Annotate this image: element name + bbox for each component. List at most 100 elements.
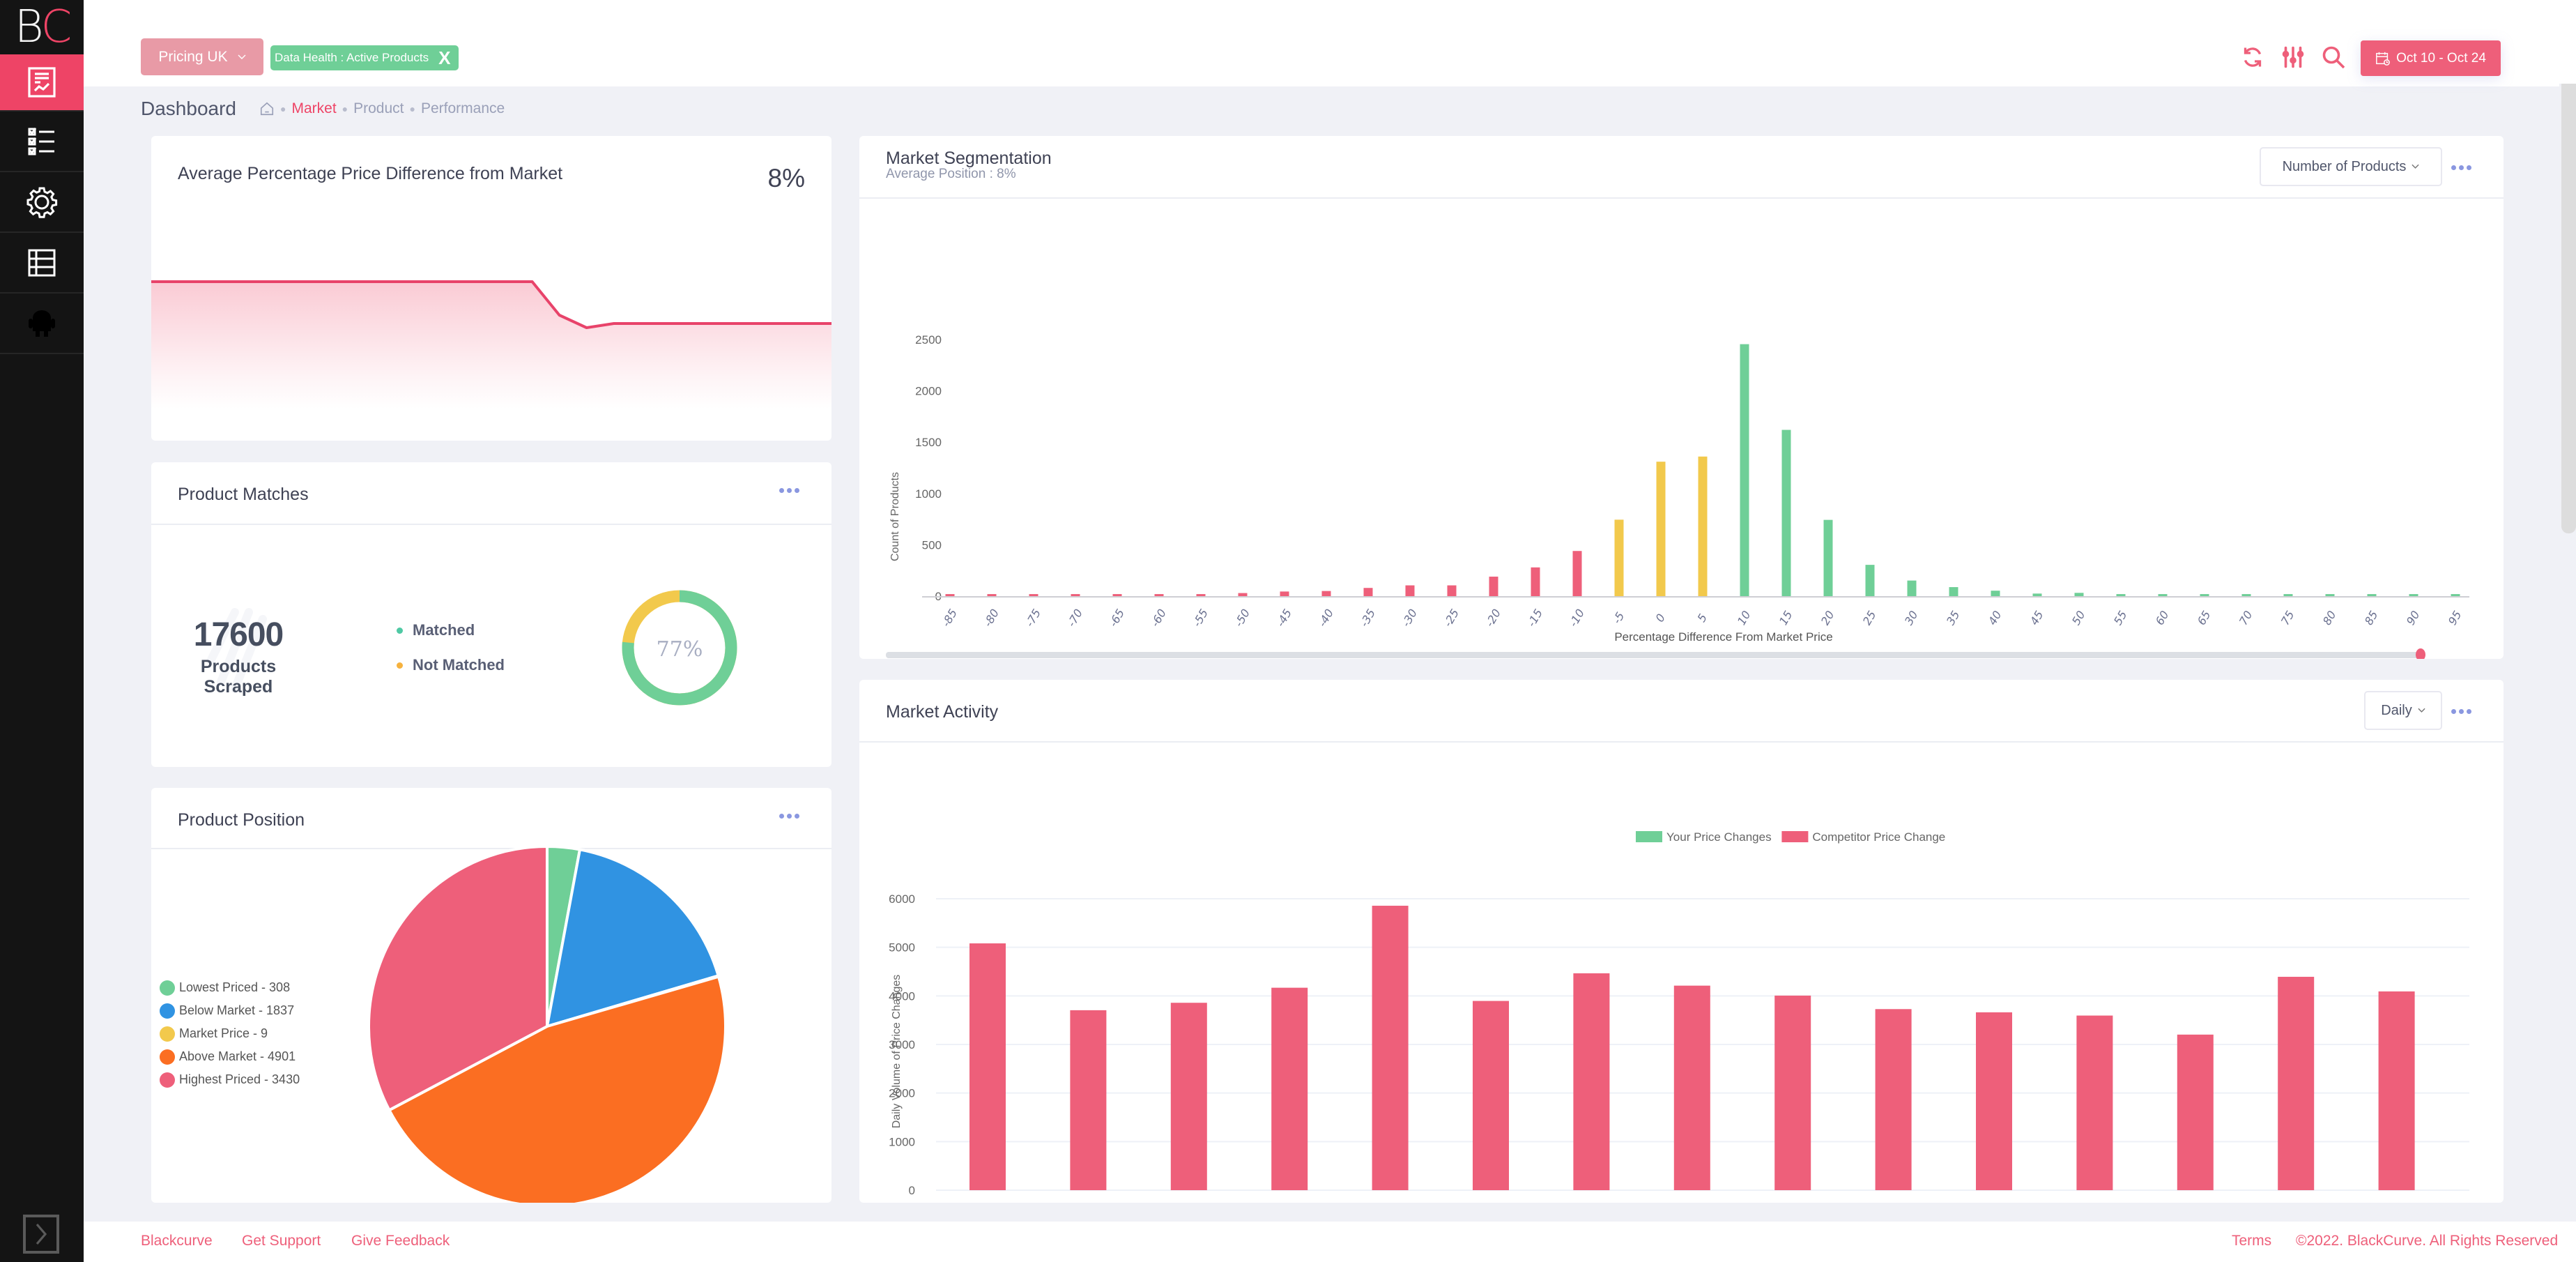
activity-bar[interactable]: [1976, 1012, 2012, 1190]
product-matches-more-icon[interactable]: [779, 488, 799, 493]
legend-item-highest-priced[interactable]: Highest Priced - 3430: [160, 1068, 300, 1091]
seg-bar[interactable]: [1363, 588, 1373, 596]
seg-bar[interactable]: [2283, 594, 2293, 596]
product-position-more-icon[interactable]: [779, 814, 799, 819]
search-icon[interactable]: [2321, 45, 2346, 70]
seg-bar[interactable]: [2451, 594, 2460, 596]
seg-bar[interactable]: [1321, 591, 1331, 596]
breadcrumb-item-performance[interactable]: Performance: [421, 100, 505, 117]
breadcrumb-item-market[interactable]: Market: [291, 100, 336, 117]
activity-bar[interactable]: [2378, 991, 2415, 1190]
seg-bar[interactable]: [2074, 593, 2084, 596]
x-tick-label: -5: [1610, 610, 1627, 626]
seg-bar[interactable]: [1238, 593, 1248, 596]
seg-bar[interactable]: [1071, 594, 1080, 596]
seg-bar[interactable]: [1656, 462, 1666, 596]
activity-bar[interactable]: [1170, 1003, 1207, 1190]
y-tick-label: 0: [909, 1184, 915, 1197]
seg-bar[interactable]: [1781, 429, 1791, 596]
legend-swatch[interactable]: [1781, 831, 1809, 842]
legend-item-above-market[interactable]: Above Market - 4901: [160, 1045, 300, 1068]
date-range-button[interactable]: Oct 10 - Oct 24: [2361, 40, 2501, 76]
seg-bar[interactable]: [1280, 591, 1289, 596]
seg-bar[interactable]: [2325, 594, 2335, 596]
product-matches-title: Product Matches: [178, 485, 309, 504]
footer-link-give-feedback[interactable]: Give Feedback: [351, 1233, 450, 1249]
footer-copyright: ©2022. BlackCurve. All Rights Reserved: [2296, 1233, 2559, 1249]
logo[interactable]: BC: [0, 0, 84, 54]
activity-bar[interactable]: [2177, 1034, 2214, 1190]
product-position-legend: Lowest Priced - 308 Below Market - 1837 …: [160, 976, 300, 1091]
seg-bar[interactable]: [1865, 565, 1875, 596]
sidebar-toggle-button[interactable]: [23, 1215, 59, 1254]
legend-item-market-price[interactable]: Market Price - 9: [160, 1022, 300, 1045]
home-icon[interactable]: [259, 101, 275, 116]
seg-bar[interactable]: [987, 594, 997, 596]
seg-bar[interactable]: [1949, 587, 1958, 596]
period-select[interactable]: Daily: [2364, 691, 2442, 730]
seg-bar[interactable]: [1572, 551, 1582, 596]
activity-bar[interactable]: [1875, 1009, 1912, 1190]
sliders-icon[interactable]: [2280, 45, 2306, 70]
sidebar-item-android[interactable]: [0, 294, 84, 354]
market-activity-more-icon[interactable]: [2451, 709, 2471, 714]
activity-bar[interactable]: [1573, 973, 1610, 1190]
seg-bar[interactable]: [1196, 594, 1206, 596]
seg-bar[interactable]: [1614, 519, 1624, 596]
filter-chip-close-icon[interactable]: X: [438, 47, 450, 69]
pricing-dropdown[interactable]: Pricing UK: [141, 38, 263, 75]
seg-bar[interactable]: [1698, 456, 1708, 596]
seg-bar[interactable]: [2200, 594, 2209, 596]
activity-bar[interactable]: [1271, 987, 1308, 1190]
legend-item-lowest-priced[interactable]: Lowest Priced - 308: [160, 976, 300, 999]
activity-bar[interactable]: [1673, 985, 1710, 1190]
seg-bar[interactable]: [2241, 594, 2251, 596]
seg-bar[interactable]: [2158, 594, 2168, 596]
activity-bar[interactable]: [2076, 1015, 2113, 1190]
activity-bar[interactable]: [1070, 1010, 1107, 1190]
footer-link-get-support[interactable]: Get Support: [242, 1233, 321, 1249]
activity-bar[interactable]: [1372, 906, 1409, 1190]
seg-bar[interactable]: [1029, 594, 1038, 596]
activity-bar[interactable]: [1774, 995, 1811, 1190]
page-scrollbar-thumb[interactable]: [2561, 84, 2576, 533]
seg-bar[interactable]: [1740, 344, 1749, 596]
range-slider-track[interactable]: [886, 652, 2422, 658]
range-slider-handle[interactable]: [2416, 648, 2425, 659]
seg-bar[interactable]: [1447, 585, 1457, 596]
seg-bar[interactable]: [1991, 591, 2000, 596]
legend-swatch[interactable]: [1636, 831, 1662, 842]
sidebar-item-reports[interactable]: [0, 54, 84, 112]
breadcrumb-item-product[interactable]: Product: [353, 100, 404, 117]
refresh-icon[interactable]: [2240, 45, 2265, 70]
footer-link-terms[interactable]: Terms: [2232, 1233, 2271, 1249]
seg-bar[interactable]: [1112, 594, 1122, 596]
seg-bar[interactable]: [945, 594, 955, 596]
seg-bar[interactable]: [1489, 577, 1498, 596]
sidebar-item-settings[interactable]: [0, 172, 84, 233]
activity-bar[interactable]: [1473, 1001, 1509, 1190]
market-segmentation-more-icon[interactable]: [2451, 165, 2471, 170]
report-chart-icon: [28, 67, 56, 98]
sparkline-area: [151, 282, 831, 441]
legend-label[interactable]: Competitor Price Change: [1812, 830, 1945, 844]
footer-link-blackcurve[interactable]: Blackcurve: [141, 1233, 213, 1249]
metric-select[interactable]: Number of Products: [2260, 147, 2442, 186]
seg-bar[interactable]: [1405, 585, 1415, 596]
seg-bar[interactable]: [2409, 594, 2418, 596]
legend-item-below-market[interactable]: Below Market - 1837: [160, 999, 300, 1022]
seg-bar[interactable]: [1823, 519, 1833, 596]
sidebar-item-checklist[interactable]: [0, 112, 84, 172]
seg-bar[interactable]: [1907, 580, 1917, 596]
page-title: Dashboard: [141, 98, 236, 119]
sidebar-item-table[interactable]: [0, 233, 84, 294]
activity-bar[interactable]: [2278, 976, 2315, 1190]
product-matches-legend: Matched Not Matched: [397, 621, 505, 691]
activity-bar[interactable]: [969, 943, 1006, 1190]
legend-label[interactable]: Your Price Changes: [1666, 830, 1772, 844]
seg-bar[interactable]: [2032, 593, 2042, 596]
seg-bar[interactable]: [2116, 594, 2126, 596]
seg-bar[interactable]: [2367, 594, 2377, 596]
seg-bar[interactable]: [1531, 567, 1540, 596]
seg-bar[interactable]: [1154, 594, 1164, 596]
